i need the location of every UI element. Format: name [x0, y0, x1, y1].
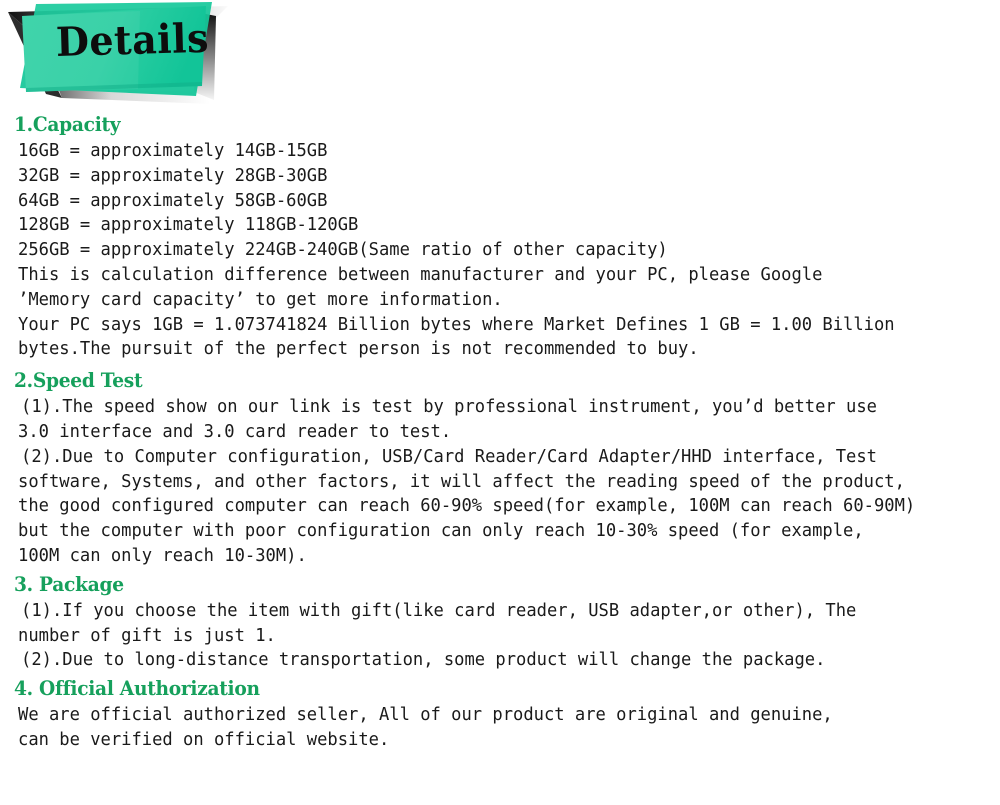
section-heading-capacity: 1.Capacity — [14, 112, 121, 136]
section-capacity: 1.Capacity 16GB = approximately 14GB-15G… — [0, 112, 1000, 362]
speed-line-6: but the computer with poor configuration… — [18, 521, 864, 542]
package-line-1: (1).If you choose the item with gift(lik… — [21, 600, 857, 621]
capacity-note-line-1: This is calculation difference between m… — [18, 264, 823, 285]
details-banner: Details — [0, 0, 1000, 112]
capacity-note-line-3: Your PC says 1GB = 1.073741824 Billion b… — [18, 314, 895, 335]
package-line-2: number of gift is just 1. — [18, 625, 276, 646]
capacity-note-line-4: bytes.The pursuit of the perfect person … — [18, 339, 699, 360]
banner-title: Details — [55, 14, 210, 66]
section-heading-official-authorization: 4. Official Authorization — [14, 676, 260, 701]
speed-line-1: (1).The speed show on our link is test b… — [21, 397, 877, 418]
details-content: 1.Capacity 16GB = approximately 14GB-15G… — [0, 112, 1000, 753]
capacity-note-line-2: ’Memory card capacity’ to get more infor… — [18, 289, 503, 310]
authorization-line-2: can be verified on official website. — [18, 729, 390, 750]
speed-line-4: software, Systems, and other factors, it… — [18, 471, 905, 492]
section-heading-package: 3. Package — [14, 571, 124, 596]
section-package: 3. Package (1).If you choose the item wi… — [0, 572, 1000, 673]
section-heading-speed-test: 2.Speed Test — [14, 368, 143, 393]
capacity-line-64gb: 64GB = approximately 58GB-60GB — [18, 190, 328, 211]
speed-line-5: the good configured computer can reach 6… — [18, 496, 916, 517]
speed-line-7: 100M can only reach 10-30M). — [18, 545, 307, 566]
capacity-line-32gb: 32GB = approximately 28GB-30GB — [18, 165, 328, 186]
speed-line-2: 3.0 interface and 3.0 card reader to tes… — [18, 421, 452, 442]
section-speed-test: 2.Speed Test (1).The speed show on our l… — [0, 368, 1000, 569]
capacity-line-16gb: 16GB = approximately 14GB-15GB — [18, 141, 328, 161]
capacity-line-128gb: 128GB = approximately 118GB-120GB — [18, 215, 359, 236]
speed-line-3: (2).Due to Computer configuration, USB/C… — [21, 446, 877, 467]
capacity-line-256gb: 256GB = approximately 224GB-240GB(Same r… — [18, 240, 668, 261]
section-official-authorization: 4. Official Authorization We are officia… — [0, 676, 1000, 753]
authorization-line-1: We are official authorized seller, All o… — [18, 705, 833, 726]
package-line-3: (2).Due to long-distance transportation,… — [21, 650, 826, 671]
